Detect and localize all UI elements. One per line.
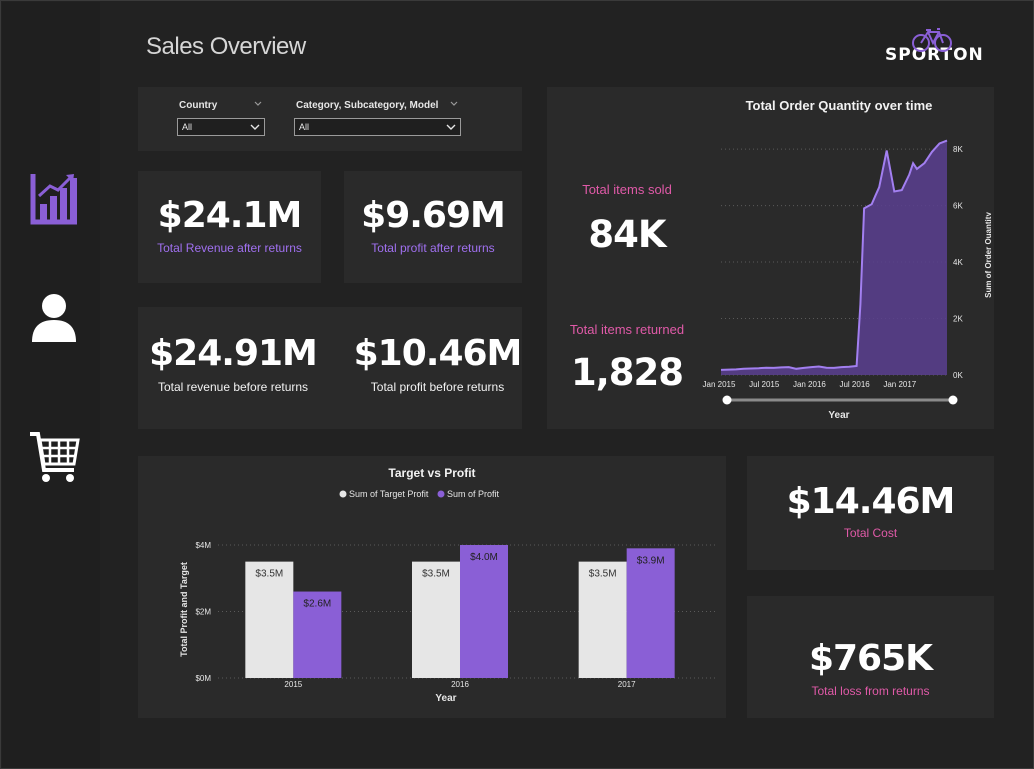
kpi-value: $24.1M — [157, 195, 303, 236]
bar-chart-icon[interactable] — [30, 170, 80, 226]
side-nav — [2, 2, 100, 768]
kpi-value: $765K — [808, 638, 933, 679]
data-label: $3.5M — [422, 569, 450, 580]
items-returned-value: 1,828 — [570, 351, 684, 394]
user-icon[interactable] — [30, 292, 80, 348]
legend-marker — [437, 490, 445, 498]
legend-label: Sum of Target Profit — [349, 489, 429, 499]
kpi-loss-from-returns: $765K Total loss from returns — [747, 596, 994, 718]
x-tick-label: 2017 — [618, 680, 636, 689]
brand-logo: SPORTON — [885, 27, 985, 71]
area-chart-title: Total Order Quantity over time — [745, 98, 933, 113]
bicycle-icon — [912, 28, 952, 52]
order-quantity-area-chart: 0K 2K 4K 6K 8K Jan 2015 Jul 2015 Jan 2016 Jul 20… — [703, 139, 991, 421]
x-tick-label: 2016 — [451, 680, 469, 689]
country-select-value: All — [182, 122, 193, 132]
items-sold-label: Total items sold — [582, 182, 672, 197]
country-filter-label: Country — [179, 100, 218, 111]
legend-label: Sum of Profit — [447, 489, 500, 499]
bar — [460, 545, 508, 678]
category-filter-label: Category, Subcategory, Model — [296, 100, 439, 111]
x-tick-label: Jan 2017 — [883, 380, 916, 389]
data-label: $3.5M — [589, 569, 617, 580]
category-select[interactable]: All — [294, 118, 461, 136]
dashboard-frame: Sales Overview SPORTON Country All Categ… — [0, 0, 1034, 769]
kpi-total-cost: $14.46M Total Cost — [747, 456, 994, 570]
page-title: Sales Overview — [146, 33, 306, 60]
data-label: $3.5M — [255, 569, 283, 580]
y-tick-label: 0K — [953, 371, 963, 380]
y-tick-label: $0M — [195, 674, 211, 683]
kpi-profit-after-returns: $9.69M Total profit after returns — [344, 171, 522, 283]
bar-chart-title: Target vs Profit — [388, 466, 476, 480]
items-sold-value: 84K — [588, 213, 666, 256]
chevron-down-icon — [250, 124, 260, 130]
chevron-down-icon — [446, 124, 456, 130]
x-tick-label: 2015 — [284, 680, 302, 689]
y-tick-label: 8K — [953, 145, 963, 154]
kpi-value: $24.91M — [149, 333, 318, 374]
y-tick-label: 2K — [953, 315, 963, 324]
category-select-value: All — [299, 122, 310, 132]
kpi-label: Total Revenue after returns — [157, 241, 302, 255]
x-tick-label: Jul 2016 — [839, 380, 870, 389]
x-tick-label: Jan 2015 — [703, 380, 736, 389]
kpi-before-returns-panel: $24.91M Total revenue before returns $10… — [138, 307, 522, 429]
bar — [626, 548, 675, 678]
chevron-down-icon[interactable] — [450, 100, 458, 108]
y-axis-label: Sum of Order Quantity — [984, 212, 991, 298]
kpi-value: $14.46M — [786, 481, 956, 522]
data-label: $2.6M — [303, 599, 331, 610]
chevron-down-icon[interactable] — [254, 100, 262, 108]
shopping-cart-icon[interactable] — [30, 430, 80, 486]
range-slider-handle-end — [948, 395, 958, 405]
kpi-label: Total Cost — [843, 526, 898, 540]
y-tick-label: 6K — [953, 202, 963, 211]
kpi-profit-before-returns: $10.46M Total profit before returns — [345, 307, 530, 429]
kpi-value: $10.46M — [353, 333, 523, 374]
order-quantity-panel: Total items sold 84K Total items returne… — [547, 87, 994, 429]
kpi-label: Total revenue before returns — [157, 380, 309, 394]
legend-marker — [339, 490, 347, 498]
kpi-value: $9.69M — [361, 195, 506, 236]
y-axis-label: Total Profit and Target — [179, 562, 189, 657]
kpi-revenue-after-returns: $24.1M Total Revenue after returns — [138, 171, 321, 283]
y-tick-label: $4M — [195, 541, 211, 550]
data-label: $3.9M — [637, 555, 665, 566]
kpi-label: Total loss from returns — [811, 684, 930, 698]
x-axis-label: Year — [828, 410, 849, 421]
area-fill — [721, 140, 947, 375]
filter-panel: Country All Category, Subcategory, Model… — [138, 87, 522, 151]
range-slider-handle-start — [722, 395, 732, 405]
kpi-label: Total profit after returns — [371, 241, 495, 255]
y-tick-label: $2M — [195, 608, 211, 617]
data-label: $4.0M — [470, 552, 498, 563]
country-select[interactable]: All — [177, 118, 265, 136]
x-axis-label: Year — [435, 693, 456, 704]
items-kpis: Total items sold 84K Total items returne… — [547, 87, 707, 429]
x-tick-label: Jul 2015 — [749, 380, 780, 389]
kpi-label: Total profit before returns — [370, 380, 505, 394]
kpi-revenue-before-returns: $24.91M Total revenue before returns — [138, 307, 328, 429]
target-vs-profit-panel: Target vs Profit Sum of Target Profit Sum… — [138, 456, 726, 718]
items-returned-label: Total items returned — [569, 322, 685, 337]
x-tick-label: Jan 2016 — [793, 380, 826, 389]
target-vs-profit-bar-chart: Sum of Target Profit Sum of Profit $0M $2M $… — [179, 489, 718, 704]
y-tick-label: 4K — [953, 258, 963, 267]
